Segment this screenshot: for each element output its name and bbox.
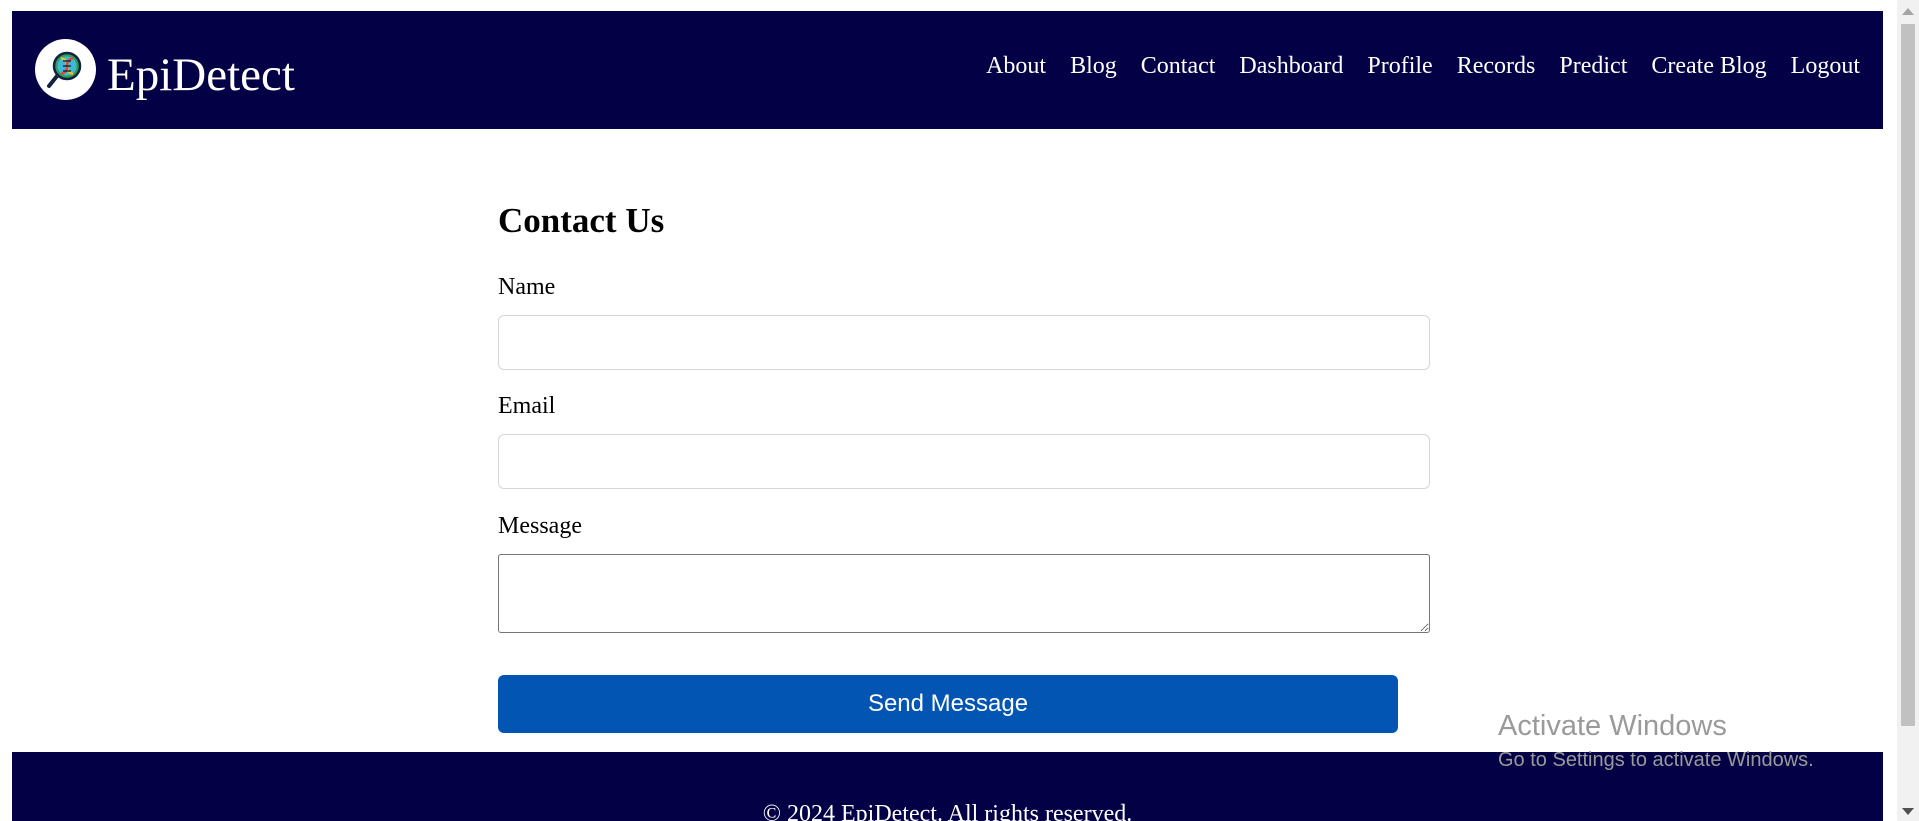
brand-name: EpiDetect — [107, 48, 295, 101]
page-title: Contact Us — [498, 201, 665, 240]
copyright-text: © 2024 EpiDetect. All rights reserved. — [762, 801, 1133, 821]
nav-link-contact[interactable]: Contact — [1141, 54, 1216, 78]
footer: © 2024 EpiDetect. All rights reserved. — [12, 752, 1883, 821]
navbar: EpiDetect About Blog Contact Dashboard P… — [12, 11, 1883, 129]
nav-link-records[interactable]: Records — [1457, 54, 1536, 78]
email-label: Email — [498, 393, 556, 419]
send-message-button[interactable]: Send Message — [498, 675, 1398, 733]
nav-link-create-blog[interactable]: Create Blog — [1651, 54, 1766, 78]
browser-viewport: EpiDetect About Blog Contact Dashboard P… — [0, 0, 1919, 821]
main-nav: About Blog Contact Dashboard Profile Rec… — [962, 54, 1860, 78]
scrollbar-thumb[interactable] — [1901, 24, 1915, 726]
dna-magnifier-icon — [35, 38, 96, 100]
nav-link-predict[interactable]: Predict — [1559, 54, 1627, 78]
nav-link-profile[interactable]: Profile — [1367, 54, 1432, 78]
message-field[interactable] — [498, 554, 1430, 633]
message-label: Message — [498, 513, 582, 539]
name-label: Name — [498, 274, 556, 300]
page: EpiDetect About Blog Contact Dashboard P… — [12, 11, 1883, 821]
nav-link-logout[interactable]: Logout — [1791, 54, 1860, 78]
name-field[interactable] — [498, 315, 1430, 370]
nav-link-blog[interactable]: Blog — [1070, 54, 1117, 78]
email-field[interactable] — [498, 434, 1430, 489]
nav-link-about[interactable]: About — [986, 54, 1046, 78]
scroll-down-arrow-icon[interactable] — [1902, 808, 1914, 815]
vertical-scrollbar[interactable] — [1897, 0, 1919, 821]
scroll-up-arrow-icon[interactable] — [1902, 8, 1914, 15]
brand-link[interactable]: EpiDetect — [35, 34, 295, 104]
nav-link-dashboard[interactable]: Dashboard — [1239, 54, 1343, 78]
